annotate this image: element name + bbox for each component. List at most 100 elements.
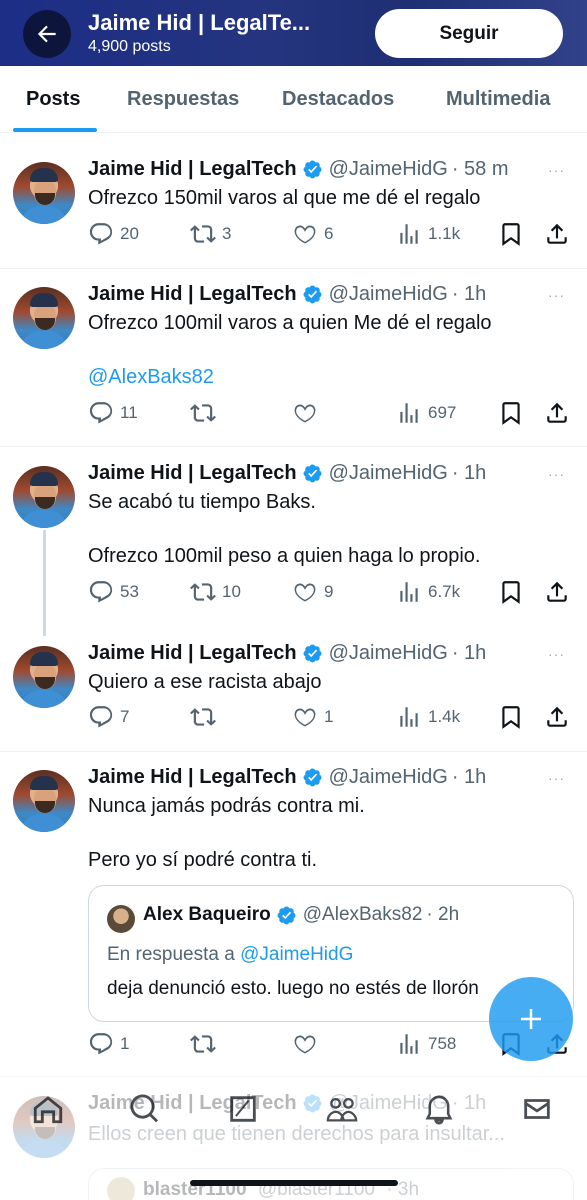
views-icon	[396, 579, 422, 605]
post-text-line-2: Ofrezco 100mil peso a quien haga lo prop…	[88, 545, 481, 567]
avatar[interactable]	[13, 162, 75, 224]
bookmark-button[interactable]	[498, 400, 524, 426]
views-button[interactable]: 1.4k	[396, 704, 460, 730]
bookmark-button[interactable]	[498, 221, 524, 247]
views-count: 1.4k	[428, 707, 461, 726]
more-icon[interactable]: ···	[548, 770, 565, 786]
avatar[interactable]	[13, 770, 75, 832]
divider	[0, 751, 587, 752]
quote-author-handle: @AlexBaks82	[302, 904, 423, 925]
views-icon	[396, 221, 422, 247]
verified-icon	[302, 463, 323, 484]
reply-button[interactable]: 20	[88, 221, 139, 247]
views-button[interactable]: 758	[396, 1031, 456, 1057]
verified-icon	[302, 284, 323, 305]
compose-button[interactable]	[489, 977, 573, 1061]
author-handle: @JaimeHidG	[328, 283, 448, 305]
views-icon	[396, 1031, 422, 1057]
post-header: Jaime Hid | LegalTech @JaimeHidG · 1h	[88, 283, 486, 306]
tab-multimedia[interactable]: Multimedia	[446, 88, 550, 111]
divider	[0, 268, 587, 269]
like-count: 6	[324, 224, 334, 243]
tab-posts[interactable]: Posts	[26, 88, 80, 111]
avatar[interactable]	[107, 905, 135, 933]
author-name[interactable]: Jaime Hid | LegalTech	[88, 766, 297, 789]
reply-button[interactable]: 7	[88, 704, 129, 730]
like-icon	[292, 221, 318, 247]
views-button[interactable]: 1.1k	[396, 221, 460, 247]
post-header: Jaime Hid | LegalTech @JaimeHidG · 1h	[88, 766, 486, 789]
author-name[interactable]: Jaime Hid | LegalTech	[88, 462, 297, 485]
reply-count: 53	[120, 582, 139, 601]
post-text-line-2: Pero yo sí podré contra ti.	[88, 849, 318, 871]
messages-icon[interactable]	[520, 1092, 554, 1126]
bookmark-button[interactable]	[498, 704, 524, 730]
reply-icon	[88, 400, 114, 426]
like-button[interactable]: 9	[292, 579, 333, 605]
post-time: · 58 m	[451, 158, 509, 180]
share-button[interactable]	[544, 400, 570, 426]
tab-destacados[interactable]: Destacados	[282, 88, 394, 111]
home-icon[interactable]	[31, 1092, 65, 1126]
tab-respuestas[interactable]: Respuestas	[127, 88, 239, 111]
like-count: 1	[324, 707, 334, 726]
communities-icon[interactable]	[325, 1092, 359, 1126]
verified-icon	[302, 159, 323, 180]
notifications-icon[interactable]	[422, 1092, 456, 1126]
repost-button[interactable]: 10	[190, 579, 241, 605]
author-name[interactable]: Jaime Hid | LegalTech	[88, 283, 297, 306]
follow-button[interactable]: Seguir	[375, 9, 563, 58]
post-actions: 7 1 1.4k	[88, 704, 578, 734]
quote-time: · 2h	[426, 904, 460, 925]
verified-icon	[302, 643, 323, 664]
bookmark-button[interactable]	[498, 579, 524, 605]
like-button[interactable]: 1	[292, 704, 333, 730]
author-name[interactable]: Jaime Hid | LegalTech	[88, 642, 297, 665]
share-button[interactable]	[544, 221, 570, 247]
verified-icon	[276, 905, 297, 926]
bookmark-icon	[498, 221, 524, 247]
reply-button[interactable]: 53	[88, 579, 139, 605]
back-arrow-icon	[37, 25, 56, 43]
repost-button[interactable]	[190, 400, 222, 426]
avatar[interactable]	[13, 646, 75, 708]
more-icon[interactable]: ···	[548, 162, 565, 178]
search-icon[interactable]	[128, 1092, 162, 1126]
repost-button[interactable]: 3	[190, 221, 231, 247]
reply-count: 7	[120, 707, 130, 726]
more-icon[interactable]: ···	[548, 466, 565, 482]
reply-to-mention[interactable]: @JaimeHidG	[240, 944, 353, 965]
reply-button[interactable]: 1	[88, 1031, 129, 1057]
like-icon	[292, 1031, 318, 1057]
reply-icon	[88, 221, 114, 247]
post-text: Ofrezco 100mil varos a quien Me dé el re…	[88, 312, 492, 334]
profile-tabs: Posts Respuestas Destacados Multimedia	[0, 66, 587, 133]
repost-button[interactable]	[190, 704, 222, 730]
post-text: Se acabó tu tiempo Baks.	[88, 491, 316, 513]
bookmark-icon	[498, 400, 524, 426]
author-handle: @JaimeHidG	[328, 766, 448, 788]
like-button[interactable]: 6	[292, 221, 333, 247]
views-button[interactable]: 6.7k	[396, 579, 460, 605]
repost-button[interactable]	[190, 1031, 222, 1057]
repost-icon	[190, 221, 216, 247]
like-button[interactable]	[292, 400, 324, 426]
more-icon[interactable]: ···	[548, 287, 565, 303]
mention-link[interactable]: @AlexBaks82	[88, 364, 578, 391]
share-button[interactable]	[544, 579, 570, 605]
post-text: Quiero a ese racista abajo	[88, 671, 322, 693]
grok-icon[interactable]	[226, 1092, 260, 1126]
post-header: Jaime Hid | LegalTech @JaimeHidG · 58 m	[88, 158, 509, 181]
post-actions: 11 697	[88, 400, 578, 430]
views-button[interactable]: 697	[396, 400, 456, 426]
share-button[interactable]	[544, 704, 570, 730]
more-icon[interactable]: ···	[548, 646, 565, 662]
author-name[interactable]: Jaime Hid | LegalTech	[88, 158, 297, 181]
reply-button[interactable]: 11	[88, 400, 138, 426]
like-button[interactable]	[292, 1031, 324, 1057]
avatar[interactable]	[13, 287, 75, 349]
back-button[interactable]	[23, 10, 71, 58]
repost-icon	[190, 1031, 216, 1057]
reply-prefix: En respuesta a	[107, 944, 235, 965]
avatar[interactable]	[13, 466, 75, 528]
